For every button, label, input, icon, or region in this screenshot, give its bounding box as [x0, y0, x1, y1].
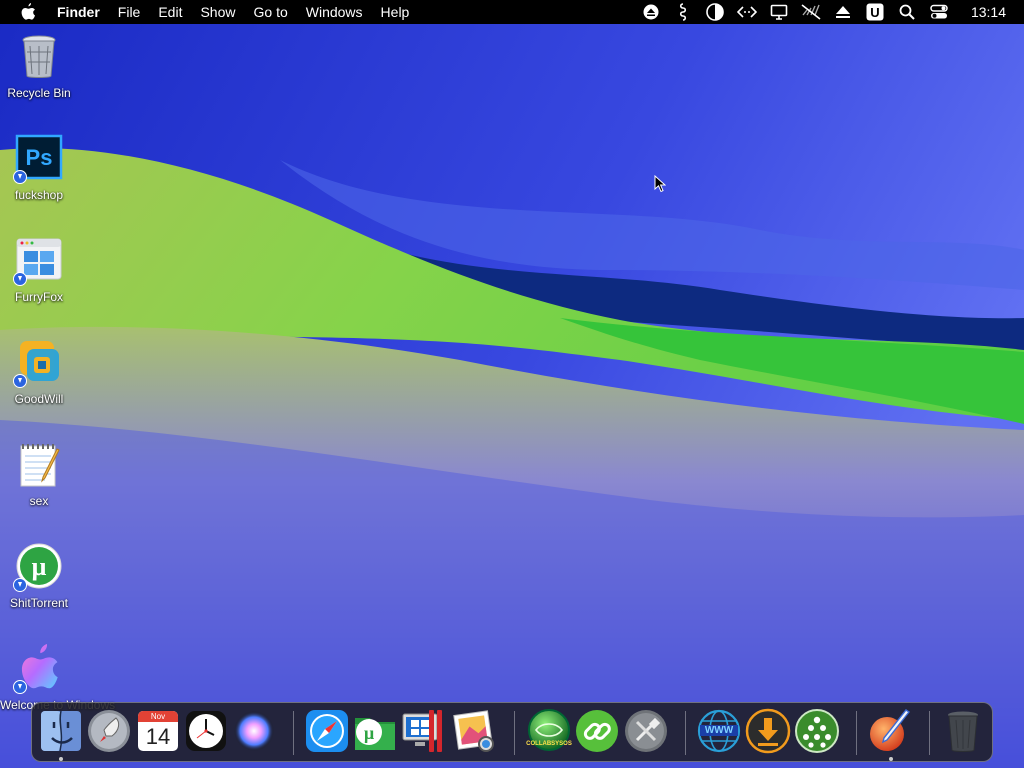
desktop-icon-sex[interactable]: sex	[0, 440, 78, 508]
apple-colorful-icon	[13, 644, 63, 694]
safari-icon[interactable]	[304, 708, 350, 754]
trash-can-icon	[15, 32, 63, 80]
code-icon[interactable]	[736, 3, 758, 21]
desktop-icon-shittorrent[interactable]: µ ShitTorrent	[0, 542, 78, 610]
trash-icon[interactable]	[940, 708, 986, 754]
pen-app-icon[interactable]	[867, 708, 913, 754]
menu-help[interactable]: Help	[372, 0, 419, 24]
vmware-icon	[13, 338, 63, 388]
search-icon[interactable]	[896, 3, 918, 21]
control-center-icon[interactable]	[928, 3, 950, 21]
collabsysos-icon[interactable]: COLLABSYSOS	[526, 708, 572, 754]
tools-icon[interactable]	[623, 708, 669, 754]
utorrent-folder-icon[interactable]: µ	[352, 708, 398, 754]
preview-icon[interactable]	[450, 708, 496, 754]
u-icon[interactable]: U	[864, 3, 886, 21]
display-icon[interactable]	[768, 3, 790, 21]
globe-icon[interactable]: WWW	[696, 708, 742, 754]
notepad-icon	[15, 440, 63, 488]
dock: Nov 14 µ COLLABSYSOS WWW	[31, 702, 993, 762]
parallels-icon[interactable]	[401, 708, 447, 754]
desktop-icon-furryfox[interactable]: FurryFox	[0, 236, 78, 304]
menu-file[interactable]: File	[109, 0, 150, 24]
link-icon[interactable]	[574, 708, 620, 754]
desktop-icon-label: GoodWill	[14, 392, 64, 406]
script-icon[interactable]	[672, 3, 694, 21]
menu-go-to[interactable]: Go to	[245, 0, 297, 24]
finder-icon[interactable]	[38, 708, 84, 754]
desktop-wallpaper	[0, 0, 1024, 768]
desktop-icon-label: FurryFox	[15, 290, 63, 304]
browser-window-icon	[13, 236, 63, 286]
menu-windows[interactable]: Windows	[297, 0, 372, 24]
svg-text:µ: µ	[32, 552, 47, 581]
mouse-cursor-icon	[654, 175, 666, 193]
menu-finder[interactable]: Finder	[48, 0, 109, 24]
utorrent-icon: µ	[13, 542, 63, 592]
calendar-month: Nov	[150, 712, 166, 721]
mute-icon[interactable]	[800, 3, 822, 21]
appearance-icon[interactable]	[704, 3, 726, 21]
desktop-icon-label: fuckshop	[14, 188, 64, 202]
network-icon[interactable]	[794, 708, 840, 754]
download-icon[interactable]	[745, 708, 791, 754]
svg-text:Ps: Ps	[26, 145, 53, 170]
photoshop-icon: Ps	[13, 134, 63, 184]
desktop-icon-label: ShitTorrent	[9, 596, 69, 610]
apple-logo-icon[interactable]	[20, 3, 38, 21]
menu-show[interactable]: Show	[191, 0, 244, 24]
menu-bar: Finder File Edit Show Go to Windows Help…	[0, 0, 1024, 24]
desktop-icon-label: Recycle Bin	[7, 86, 71, 100]
desktop-icon-fuckshop[interactable]: Ps fuckshop	[0, 134, 78, 202]
status-area: U 13:14	[635, 0, 1024, 24]
desktop-icon-label: sex	[29, 494, 49, 508]
collabsysos-label: COLLABSYSOS	[526, 741, 572, 747]
calendar-icon[interactable]: Nov 14	[135, 708, 181, 754]
menu-clock[interactable]: 13:14	[971, 4, 1006, 20]
eject-icon[interactable]	[832, 3, 854, 21]
calendar-day: 14	[145, 724, 171, 749]
siri-icon[interactable]	[231, 708, 277, 754]
svg-text:U: U	[870, 5, 879, 20]
www-label: WWW	[704, 725, 734, 736]
desktop-icon-goodwill[interactable]: GoodWill	[0, 338, 78, 406]
mount-icon[interactable]	[640, 3, 662, 21]
desktop-icon-recycle-bin[interactable]: Recycle Bin	[0, 32, 78, 100]
svg-text:µ: µ	[364, 723, 375, 743]
launchpad-icon[interactable]	[86, 708, 132, 754]
menu-edit[interactable]: Edit	[149, 0, 191, 24]
clock-icon[interactable]	[183, 708, 229, 754]
